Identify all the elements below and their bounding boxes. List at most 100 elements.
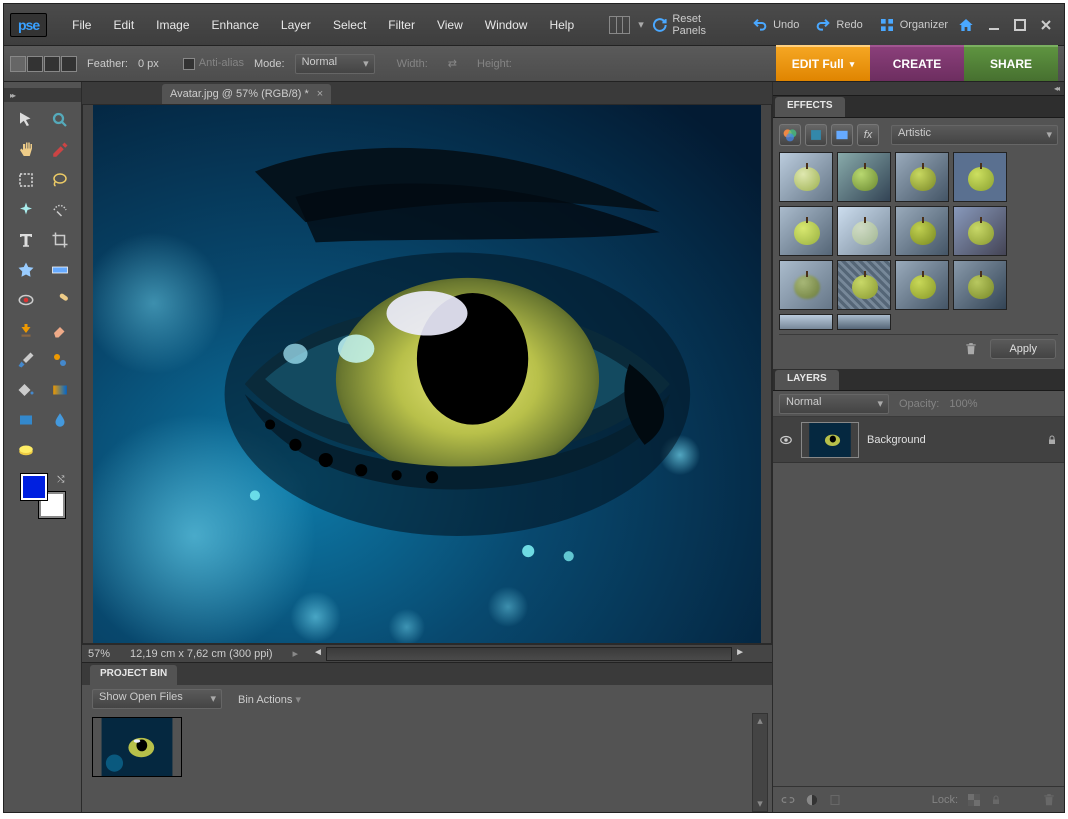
effect-thumb-13[interactable] xyxy=(779,314,833,330)
brush-tool[interactable] xyxy=(10,346,42,374)
smart-brush-tool[interactable] xyxy=(44,346,76,374)
antialias-checkbox[interactable] xyxy=(183,58,195,70)
panel-collapse-top[interactable] xyxy=(773,82,1064,96)
layer-name[interactable]: Background xyxy=(867,434,1038,446)
organizer-button[interactable]: Organizer xyxy=(871,13,956,37)
zoom-level[interactable]: 57% xyxy=(88,648,110,660)
adjustment-layer-icon[interactable] xyxy=(805,793,819,807)
close-button[interactable] xyxy=(1038,18,1054,32)
effects-panel-tab[interactable]: EFFECTS xyxy=(775,97,845,117)
menu-file[interactable]: File xyxy=(61,14,102,36)
cookie-cutter-tool[interactable] xyxy=(10,256,42,284)
magic-wand-tool[interactable] xyxy=(10,196,42,224)
canvas-area[interactable] xyxy=(82,104,772,644)
edit-tab[interactable]: EDIT Full xyxy=(776,45,870,81)
eyedropper-tool[interactable] xyxy=(44,136,76,164)
reset-panels-button[interactable]: Reset Panels xyxy=(644,9,744,41)
menu-window[interactable]: Window xyxy=(474,14,539,36)
layers-panel-tab[interactable]: LAYERS xyxy=(775,370,839,390)
effect-thumb-12[interactable] xyxy=(953,260,1007,310)
opacity-value[interactable]: 100% xyxy=(949,398,977,410)
foreground-color[interactable] xyxy=(21,474,47,500)
swap-colors-icon[interactable]: ⤭ xyxy=(57,474,64,485)
lock-all-icon[interactable] xyxy=(990,794,1002,806)
home-button[interactable] xyxy=(956,15,976,35)
layer-mask-icon[interactable] xyxy=(829,793,841,807)
gradient-tool[interactable] xyxy=(44,376,76,404)
bin-actions-menu[interactable]: Bin Actions ▾ xyxy=(238,693,301,706)
document-tab-bar: Avatar.jpg @ 57% (RGB/8) * × xyxy=(82,82,772,104)
photo-effects-icon[interactable] xyxy=(831,124,853,146)
all-effects-icon[interactable]: fx xyxy=(857,124,879,146)
horizontal-scrollbar[interactable] xyxy=(326,647,732,661)
effect-thumb-9[interactable] xyxy=(779,260,833,310)
blur-tool[interactable] xyxy=(44,406,76,434)
menu-image[interactable]: Image xyxy=(145,14,200,36)
bin-scrollbar[interactable]: ▴▾ xyxy=(752,713,768,812)
link-layers-icon[interactable] xyxy=(781,793,795,807)
menu-help[interactable]: Help xyxy=(538,14,585,36)
blend-mode-select[interactable]: Normal xyxy=(779,394,889,414)
feather-value[interactable]: 0 px xyxy=(138,58,159,70)
redeye-tool[interactable] xyxy=(10,286,42,314)
maximize-button[interactable] xyxy=(1012,18,1028,32)
lasso-tool[interactable] xyxy=(44,166,76,194)
eraser-tool[interactable] xyxy=(44,316,76,344)
zoom-tool[interactable] xyxy=(44,106,76,134)
type-tool[interactable] xyxy=(10,226,42,254)
effect-thumb-2[interactable] xyxy=(837,152,891,202)
selection-mode-icons[interactable] xyxy=(10,56,77,72)
bin-show-select[interactable]: Show Open Files xyxy=(92,689,222,709)
filters-category-icon[interactable] xyxy=(779,124,801,146)
undo-button[interactable]: Undo xyxy=(744,13,807,37)
layer-row[interactable]: Background xyxy=(773,417,1064,463)
effect-thumb-11[interactable] xyxy=(895,260,949,310)
menu-filter[interactable]: Filter xyxy=(377,14,426,36)
effect-thumb-10[interactable] xyxy=(837,260,891,310)
quick-selection-tool[interactable] xyxy=(44,196,76,224)
menu-edit[interactable]: Edit xyxy=(102,14,145,36)
create-tab[interactable]: CREATE xyxy=(870,45,964,81)
clone-stamp-tool[interactable] xyxy=(10,316,42,344)
effect-thumb-4[interactable] xyxy=(953,152,1007,202)
redo-button[interactable]: Redo xyxy=(807,13,870,37)
move-tool[interactable] xyxy=(10,106,42,134)
marquee-tool[interactable] xyxy=(10,166,42,194)
layer-thumbnail[interactable] xyxy=(801,422,859,458)
toolbox-collapse[interactable] xyxy=(4,88,81,102)
effect-thumb-3[interactable] xyxy=(895,152,949,202)
menu-layer[interactable]: Layer xyxy=(270,14,322,36)
effect-thumb-8[interactable] xyxy=(953,206,1007,256)
arrange-documents-icon[interactable] xyxy=(609,16,631,34)
menu-enhance[interactable]: Enhance xyxy=(201,14,270,36)
trash-icon[interactable] xyxy=(964,342,978,356)
bin-thumbnail[interactable] xyxy=(92,717,182,777)
lock-transparency-icon[interactable] xyxy=(968,794,980,806)
delete-layer-icon[interactable] xyxy=(1042,793,1056,807)
effect-thumb-6[interactable] xyxy=(837,206,891,256)
paint-bucket-tool[interactable] xyxy=(10,376,42,404)
close-document-icon[interactable]: × xyxy=(317,88,323,100)
apply-button[interactable]: Apply xyxy=(990,339,1056,359)
effect-thumb-5[interactable] xyxy=(779,206,833,256)
menu-view[interactable]: View xyxy=(426,14,474,36)
effect-thumb-1[interactable] xyxy=(779,152,833,202)
visibility-icon[interactable] xyxy=(779,433,793,447)
menu-select[interactable]: Select xyxy=(322,14,377,36)
minimize-button[interactable] xyxy=(986,18,1002,32)
crop-tool[interactable] xyxy=(44,226,76,254)
layer-styles-icon[interactable] xyxy=(805,124,827,146)
mode-select[interactable]: Normal xyxy=(295,54,375,74)
straighten-tool[interactable] xyxy=(44,256,76,284)
shape-tool[interactable] xyxy=(10,406,42,434)
effect-thumb-14[interactable] xyxy=(837,314,891,330)
sponge-tool[interactable] xyxy=(10,436,42,464)
healing-brush-tool[interactable] xyxy=(44,286,76,314)
effects-category-select[interactable]: Artistic xyxy=(891,125,1058,145)
hand-tool[interactable] xyxy=(10,136,42,164)
swap-icon[interactable]: ⇄ xyxy=(448,57,457,70)
effect-thumb-7[interactable] xyxy=(895,206,949,256)
document-tab[interactable]: Avatar.jpg @ 57% (RGB/8) * × xyxy=(162,84,331,104)
project-bin-tab[interactable]: PROJECT BIN xyxy=(90,665,177,685)
share-tab[interactable]: SHARE xyxy=(964,45,1058,81)
